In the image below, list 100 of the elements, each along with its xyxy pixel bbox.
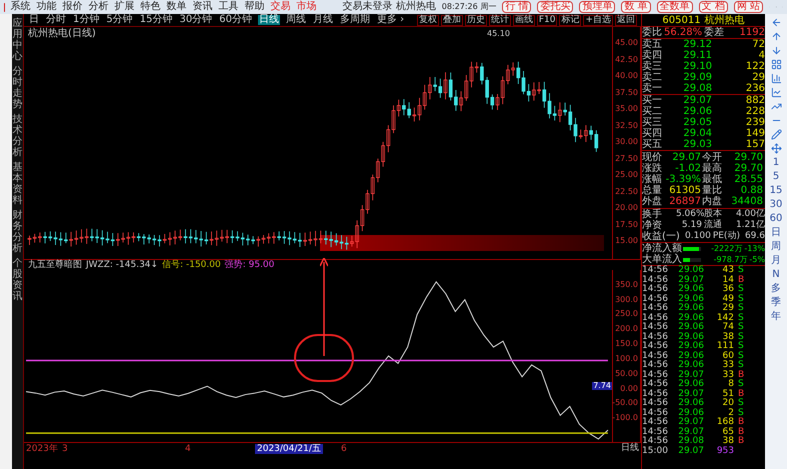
quick-button[interactable]: 文 档 [698, 1, 728, 13]
stat-label: 最低 [702, 174, 723, 185]
menu-item[interactable]: 扩展 [114, 2, 135, 12]
menu-item[interactable]: 数单 [166, 2, 187, 12]
grid-icon[interactable] [770, 59, 782, 70]
down-arrow-icon[interactable] [770, 45, 782, 56]
tool-button[interactable]: +自选 [583, 14, 613, 26]
book-volume: 236 [746, 83, 765, 94]
tick-time: 14:56 [642, 276, 669, 284]
axis-label: 27.50 [615, 154, 638, 162]
stat-value: 69.6 [744, 231, 765, 242]
side-tab[interactable]: 应用中心 [12, 18, 22, 62]
side-tab[interactable]: 个股资讯 [12, 258, 22, 302]
date-label: 6 [340, 444, 348, 454]
book-price: 29.06 [682, 106, 712, 117]
row-label: 委差 [704, 27, 724, 38]
stat-label: 涨幅 [642, 174, 663, 185]
book-price: 29.03 [682, 139, 712, 150]
axis-label: 350.0 [615, 280, 638, 289]
tool-button[interactable]: 返回 [615, 14, 637, 26]
strip-button[interactable]: 30 [770, 199, 782, 210]
bar-chart-icon[interactable] [770, 73, 782, 84]
tool-button[interactable]: 历史 [464, 14, 487, 26]
stat-value: -3.39% [666, 174, 701, 185]
tick-volume: 20 [722, 399, 734, 408]
tick-time: 14:56 [642, 399, 669, 408]
period-tab[interactable]: 日线 [258, 15, 280, 25]
quick-button[interactable]: 行 情 [502, 1, 532, 13]
tool-button[interactable]: 画线 [512, 14, 535, 26]
period-label[interactable]: 日线 [621, 444, 641, 453]
strip-button[interactable]: 60 [770, 213, 782, 224]
menu-item[interactable]: 交易 [270, 2, 291, 12]
axis-label: 40.00 [615, 72, 638, 80]
menu-item[interactable]: 帮助 [244, 2, 265, 12]
period-tab[interactable]: 更多 › [376, 15, 406, 25]
book-price: 29.11 [682, 50, 712, 61]
strip-button[interactable]: 年 [771, 311, 781, 322]
tick-volume: 49 [722, 294, 734, 304]
period-tab[interactable]: 多周期 [338, 15, 371, 25]
pencil-icon[interactable] [770, 129, 782, 140]
tool-button[interactable]: 统计 [488, 14, 511, 26]
period-tab[interactable]: 周线 [284, 15, 307, 25]
quick-button[interactable]: 数 单 [621, 1, 651, 13]
tick-time: 14:56 [642, 304, 669, 313]
indicator-name[interactable]: 九五至尊暗图 [28, 260, 82, 270]
strip-button[interactable]: 多 [771, 283, 781, 294]
tick-volume: 36 [722, 285, 734, 294]
quick-button[interactable]: 委托买 [537, 1, 574, 13]
quick-button[interactable]: 预埋单 [579, 1, 616, 13]
trend-icon[interactable] [770, 101, 782, 112]
strip-button[interactable]: 日 [771, 227, 781, 238]
quick-button[interactable]: 全数单 [656, 1, 693, 13]
side-tab[interactable]: 财务分析 [12, 210, 22, 254]
strip-button[interactable]: 15 [770, 185, 782, 196]
period-tab[interactable]: 30分钟 [178, 15, 214, 25]
strip-button[interactable]: 月 [771, 255, 781, 266]
period-tab[interactable]: 1分钟 [72, 15, 100, 25]
strip-button[interactable]: N [772, 269, 780, 280]
left-arrow-icon[interactable] [770, 17, 782, 28]
stock-code: 605011 [662, 14, 701, 26]
menu-item[interactable]: 报价 [62, 2, 83, 12]
tool-button[interactable]: 叠加 [440, 14, 463, 26]
menu-item[interactable]: 特色 [140, 2, 161, 12]
period-tab[interactable]: 15分钟 [138, 15, 174, 25]
menu-item[interactable]: 工具 [218, 2, 239, 12]
period-tab[interactable]: 日 [28, 15, 40, 25]
axis-label: 32.50 [615, 122, 638, 130]
side-tab[interactable]: 技术分析 [12, 114, 22, 158]
tool-button[interactable]: F10 [536, 14, 558, 26]
flow-label: 净流入额 [642, 243, 682, 254]
period-tab[interactable]: 5分钟 [105, 15, 134, 25]
move-icon[interactable] [770, 143, 782, 154]
tick-side: S [738, 332, 744, 342]
up-arrow-icon[interactable] [770, 31, 782, 42]
tick-price: 29.06 [677, 361, 704, 370]
period-tab[interactable]: 月线 [312, 15, 334, 25]
flow-value: -978.7万 [714, 254, 748, 265]
strip-button[interactable]: 1 [772, 157, 780, 168]
side-tab[interactable]: 基本资料 [12, 162, 22, 206]
menu-item[interactable]: 分析 [88, 2, 109, 12]
tool-button[interactable]: 复权 [416, 14, 439, 26]
strip-button[interactable]: 5 [772, 171, 780, 182]
menu-item[interactable]: 功能 [36, 2, 57, 12]
side-tab[interactable]: 分时走势 [12, 66, 22, 110]
tick-price: 29.07 [677, 370, 704, 380]
menu-item[interactable]: 资讯 [192, 2, 213, 12]
tick-side: S [738, 399, 744, 408]
strip-button[interactable]: 季 [771, 297, 781, 308]
date-label: 3 [61, 444, 69, 454]
menu-item[interactable]: 市场 [296, 2, 317, 12]
high-price-label: 45.10 [487, 30, 510, 38]
strip-button[interactable]: 周 [771, 241, 781, 252]
menu-item[interactable]: 系统 [10, 2, 31, 12]
period-tab[interactable]: 60分钟 [218, 15, 253, 25]
period-tab[interactable]: 分时 [45, 15, 67, 25]
book-price: 29.04 [682, 128, 712, 139]
tool-button[interactable]: 标记 [559, 14, 582, 26]
line-chart-icon[interactable] [770, 87, 782, 98]
tick-volume: 43 [722, 266, 734, 276]
quick-button[interactable]: 网 站 [734, 1, 764, 13]
